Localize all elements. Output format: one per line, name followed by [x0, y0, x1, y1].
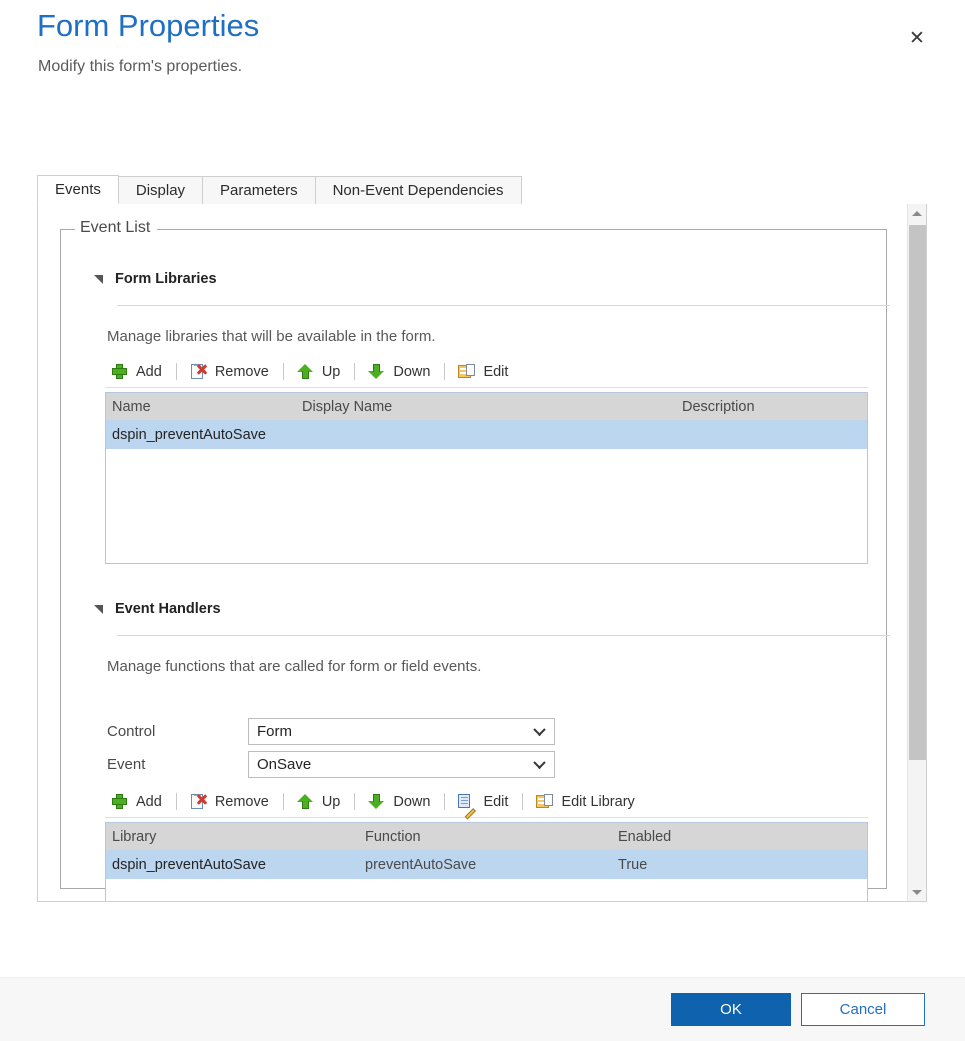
events-scroll-content: Event List Form Libraries Manage librari… [38, 204, 908, 901]
event-handlers-toolbar: Add Remove Up Down Edit Edit Library [105, 786, 868, 820]
cancel-button[interactable]: Cancel [801, 993, 925, 1026]
form-libraries-up-button[interactable]: Up [284, 357, 355, 387]
button-label: Edit Library [561, 793, 635, 810]
button-label: Down [393, 363, 431, 380]
button-label: Remove [214, 363, 269, 380]
form-libraries-grid: Name Display Name Description dspin_prev… [105, 392, 868, 564]
control-field-row: Control Form [107, 717, 555, 745]
tab-label: Parameters [220, 182, 298, 199]
button-label: Add [136, 793, 162, 810]
form-libraries-rule [117, 305, 890, 306]
table-row[interactable]: dspin_preventAutoSave preventAutoSave Tr… [106, 850, 867, 879]
form-libraries-toolbar: Add Remove Up Down Edit [105, 356, 868, 388]
form-libraries-description: Manage libraries that will be available … [107, 328, 436, 345]
events-tab-panel: Event List Form Libraries Manage librari… [37, 204, 927, 902]
collapse-triangle-icon [94, 274, 103, 284]
tabstrip: Events Display Parameters Non-Event Depe… [37, 175, 927, 205]
arrow-up-icon [296, 363, 314, 380]
grid-header-row: Name Display Name Description [106, 393, 867, 420]
folder-page-icon [536, 793, 554, 810]
event-label: Event [107, 755, 146, 773]
form-libraries-section-header[interactable]: Form Libraries [94, 271, 217, 287]
cell-name: dspin_preventAutoSave [112, 426, 266, 443]
vertical-scrollbar[interactable] [907, 204, 926, 901]
control-select[interactable]: Form [248, 717, 555, 745]
column-header-description[interactable]: Description [676, 399, 866, 415]
column-header-library[interactable]: Library [106, 829, 359, 845]
column-header-display-name[interactable]: Display Name [296, 399, 676, 415]
remove-page-icon [190, 793, 208, 810]
event-handlers-grid: Library Function Enabled dspin_preventAu… [105, 822, 868, 901]
tab-parameters[interactable]: Parameters [202, 176, 316, 204]
button-label: Add [136, 363, 162, 380]
event-handlers-title: Event Handlers [115, 601, 221, 617]
event-handlers-add-button[interactable]: Add [105, 787, 176, 817]
event-handlers-rule [117, 635, 890, 636]
scroll-up-icon[interactable] [908, 204, 926, 222]
control-select-value: Form [257, 722, 292, 740]
folder-page-icon [458, 363, 476, 380]
button-label: Down [393, 793, 431, 810]
event-handlers-description: Manage functions that are called for for… [107, 658, 482, 675]
table-row[interactable]: dspin_preventAutoSave [106, 420, 867, 449]
event-field-row: Event OnSave [107, 750, 555, 778]
plus-icon [111, 363, 128, 380]
cell-function: preventAutoSave [365, 856, 477, 873]
tab-label: Display [135, 182, 186, 199]
page-title: Form Properties [37, 8, 260, 43]
cell-enabled: True [618, 856, 648, 873]
arrow-up-icon [296, 793, 314, 810]
ok-button[interactable]: OK [671, 993, 791, 1026]
chevron-down-icon [534, 727, 545, 738]
tab-label: Non-Event Dependencies [332, 182, 504, 199]
remove-page-icon [190, 363, 208, 380]
form-libraries-title: Form Libraries [115, 271, 217, 287]
form-libraries-remove-button[interactable]: Remove [177, 357, 283, 387]
button-label: Edit [483, 363, 509, 380]
arrow-down-icon [368, 793, 385, 810]
form-libraries-down-button[interactable]: Down [355, 357, 444, 387]
button-label: Edit [483, 793, 509, 810]
button-label: Remove [214, 793, 269, 810]
event-handlers-down-button[interactable]: Down [355, 787, 444, 817]
tab-label: Events [55, 181, 101, 198]
event-list-groupbox: Event List Form Libraries Manage librari… [60, 219, 890, 901]
edit-pencil-icon [458, 793, 477, 820]
button-label: Up [321, 793, 341, 810]
column-header-function[interactable]: Function [359, 829, 612, 845]
event-handlers-remove-button[interactable]: Remove [177, 787, 283, 817]
close-icon[interactable]: ✕ [901, 22, 933, 54]
dialog-header: Form Properties Modify this form's prope… [0, 0, 965, 100]
cell-library: dspin_preventAutoSave [112, 856, 266, 873]
arrow-down-icon [368, 363, 385, 380]
scrollbar-thumb[interactable] [909, 225, 926, 760]
event-select[interactable]: OnSave [248, 750, 555, 778]
collapse-triangle-icon [94, 604, 103, 614]
event-handlers-edit-button[interactable]: Edit [445, 787, 522, 820]
page-subtitle: Modify this form's properties. [38, 58, 243, 75]
event-select-value: OnSave [257, 755, 312, 773]
control-label: Control [107, 722, 156, 740]
plus-icon [111, 793, 128, 810]
button-label: Up [321, 363, 341, 380]
chevron-down-icon [534, 760, 545, 771]
scroll-down-icon[interactable] [908, 883, 926, 901]
event-handlers-section-header[interactable]: Event Handlers [94, 601, 221, 617]
grid-header-row: Library Function Enabled [106, 823, 867, 850]
tab-non-event-dependencies[interactable]: Non-Event Dependencies [314, 176, 522, 204]
event-list-legend: Event List [75, 219, 158, 237]
tab-display[interactable]: Display [117, 176, 204, 204]
column-header-enabled[interactable]: Enabled [612, 829, 867, 845]
form-libraries-add-button[interactable]: Add [105, 357, 176, 387]
column-header-name[interactable]: Name [106, 399, 296, 415]
event-handlers-edit-library-button[interactable]: Edit Library [523, 787, 648, 817]
form-libraries-edit-button[interactable]: Edit [445, 357, 522, 387]
dialog-footer: OK Cancel [0, 977, 965, 1041]
event-handlers-up-button[interactable]: Up [284, 787, 355, 817]
tab-events[interactable]: Events [37, 175, 119, 204]
